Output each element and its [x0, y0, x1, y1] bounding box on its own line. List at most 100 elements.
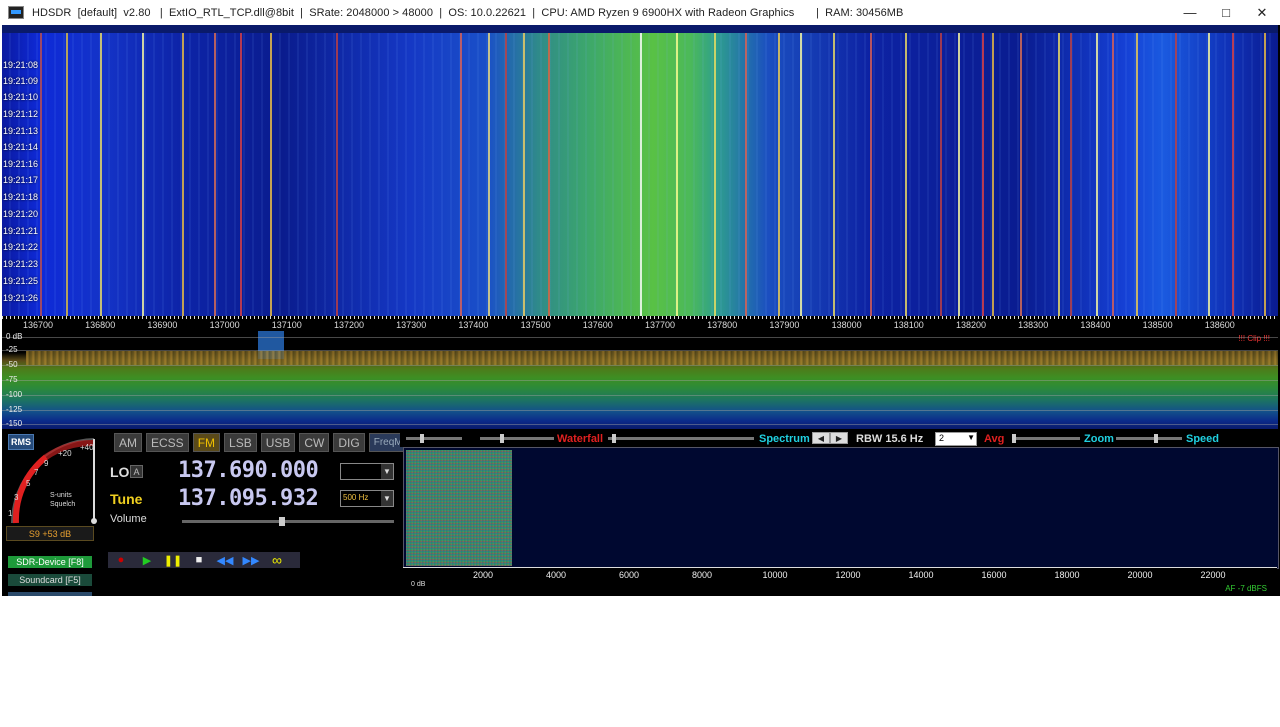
waterfall-signal-line	[505, 33, 507, 316]
fast-forward-icon[interactable]: ▶▶	[238, 552, 264, 568]
waterfall-timestamp: 19:21:18	[3, 192, 39, 202]
af-frequency-tick: 20000	[1127, 570, 1153, 580]
waterfall-contrast-slider[interactable]	[406, 434, 462, 443]
mode-am[interactable]: AM	[114, 433, 142, 452]
frequency-tick-label: 138200	[955, 320, 987, 330]
waterfall-brightness-slider[interactable]	[480, 434, 554, 443]
chevron-down-icon[interactable]: ▼	[381, 464, 393, 479]
soundcard-button[interactable]: Soundcard [F5]	[8, 574, 92, 586]
sdr-device-button[interactable]: SDR-Device [F8]	[8, 556, 92, 568]
af-waterfall-signal	[406, 450, 512, 566]
frequency-tick-label: 137200	[333, 320, 365, 330]
waterfall-timestamp: 19:21:25	[3, 276, 39, 286]
waterfall-signal-line	[142, 33, 144, 316]
slider-knob[interactable]	[1154, 434, 1158, 443]
mode-fm[interactable]: FM	[192, 433, 221, 452]
lo-dropdown[interactable]: ▼	[340, 463, 394, 480]
play-icon[interactable]: ▶	[134, 552, 160, 568]
mode-selector: AM ECSS FM LSB USB CW DIG FreqMgr	[114, 433, 417, 452]
waterfall-signal-line	[1112, 33, 1114, 316]
chevron-down-icon[interactable]: ▼	[967, 433, 975, 442]
af-frequency-tick: 12000	[835, 570, 861, 580]
waterfall-signal-line	[992, 33, 994, 316]
mode-lsb[interactable]: LSB	[224, 433, 257, 452]
waterfall-signal-line	[523, 33, 525, 316]
chevron-down-icon[interactable]: ▼	[381, 491, 393, 506]
waterfall-signal-line	[1020, 33, 1022, 316]
waterfall-timestamp: 19:21:14	[3, 142, 39, 152]
frequency-tick-label: 137900	[769, 320, 800, 330]
tune-label: Tune	[110, 491, 143, 507]
slider-knob[interactable]	[612, 434, 616, 443]
waterfall-timestamp: 19:21:23	[3, 259, 39, 269]
zoom-slider[interactable]	[1116, 434, 1182, 443]
minimize-icon[interactable]: —	[1172, 0, 1208, 25]
lo-label: LO	[110, 464, 130, 480]
db-scale-label: -75	[6, 375, 18, 384]
rewind-icon[interactable]: ◀◀	[212, 552, 238, 568]
tune-frequency[interactable]: 137.095.932	[178, 486, 319, 511]
pause-icon[interactable]: ❚❚	[160, 552, 186, 568]
record-icon[interactable]: ●	[108, 552, 134, 568]
rf-frequency-axis[interactable]: 136700 136800 136900 137000 137100 137200 1373…	[2, 316, 1278, 331]
frequency-tick-label: 136800	[85, 320, 116, 330]
rms-button[interactable]: RMS	[8, 434, 34, 450]
waterfall-signal-line	[1264, 33, 1266, 316]
options-button-partial[interactable]	[8, 592, 92, 596]
spectrum-grid-line	[2, 350, 1278, 351]
mode-cw[interactable]: CW	[299, 433, 330, 452]
slider-knob[interactable]	[500, 434, 504, 443]
af-frequency-tick: 14000	[908, 570, 934, 580]
spectrum-grid-line	[2, 380, 1278, 381]
waterfall-signal-line	[833, 33, 835, 316]
waterfall-signal-line	[1232, 33, 1234, 316]
af-frequency-tick: 2000	[472, 570, 494, 580]
af-spectrum[interactable]: 0 dB AF -7 dBFS	[403, 581, 1277, 596]
volume-slider-knob[interactable]	[279, 517, 285, 526]
af-frequency-tick: 4000	[545, 570, 567, 580]
waterfall-signal-line	[66, 33, 68, 316]
mode-dig[interactable]: DIG	[333, 433, 365, 452]
waterfall-signal-line	[778, 33, 780, 316]
waterfall-signal-line	[40, 33, 42, 316]
loop-icon[interactable]: ∞	[264, 552, 290, 568]
frequency-tick-label: 138600	[1204, 320, 1235, 330]
avg-slider[interactable]	[1012, 434, 1080, 443]
squelch-label[interactable]: Squelch	[50, 501, 75, 508]
slider-knob[interactable]	[420, 434, 424, 443]
db-scale-label: -125	[6, 405, 23, 414]
window-title: HDSDR [default] v2.80 | ExtIO_RTL_TCP.dl…	[32, 6, 904, 19]
frequency-tick-label: 138000	[831, 320, 862, 330]
chevron-left-icon[interactable]: ◀	[812, 432, 830, 444]
mode-ecss[interactable]: ECSS	[146, 433, 189, 452]
s-units-label: S-units	[50, 492, 72, 499]
avg-select[interactable]: 2 ▼	[935, 432, 977, 446]
lo-a-button[interactable]: A	[130, 465, 143, 478]
frequency-tick-label: 138300	[1018, 320, 1049, 330]
s-scale-3: 3	[14, 493, 19, 502]
lo-frequency[interactable]: 137.690.000	[178, 458, 319, 483]
spectrum-range-slider[interactable]	[608, 434, 754, 443]
waterfall-timestamp: 19:21:08	[3, 60, 39, 70]
af-waterfall[interactable]	[403, 447, 1279, 569]
db-scale-label: -50	[6, 360, 18, 369]
title-bar: HDSDR [default] v2.80 | ExtIO_RTL_TCP.dl…	[0, 0, 1280, 25]
slider-knob[interactable]	[1012, 434, 1016, 443]
chevron-right-icon[interactable]: ▶	[830, 432, 848, 444]
s-scale-1: 1	[8, 509, 13, 518]
waterfall-signal-line	[800, 33, 802, 316]
app-icon	[8, 6, 24, 19]
mode-usb[interactable]: USB	[260, 433, 296, 452]
frequency-tick-label: 138500	[1142, 320, 1173, 330]
waterfall-signal-line	[905, 33, 907, 316]
waterfall-timestamp: 19:21:12	[3, 109, 39, 119]
tune-step-dropdown[interactable]: 500 Hz ▼	[340, 490, 394, 507]
close-icon[interactable]: ✕	[1244, 0, 1280, 25]
avg-select-value: 2	[939, 433, 945, 443]
frequency-tick-label: 137100	[271, 320, 302, 330]
stop-icon[interactable]: ■	[186, 552, 212, 568]
rf-spectrum[interactable]: !!! Clip !!! 0 dB -25 -50 -75 -100 -125 -150	[2, 331, 1278, 429]
volume-slider[interactable]	[182, 517, 394, 526]
clip-indicator: !!! Clip !!!	[1238, 334, 1270, 343]
maximize-icon[interactable]: □	[1208, 0, 1244, 25]
